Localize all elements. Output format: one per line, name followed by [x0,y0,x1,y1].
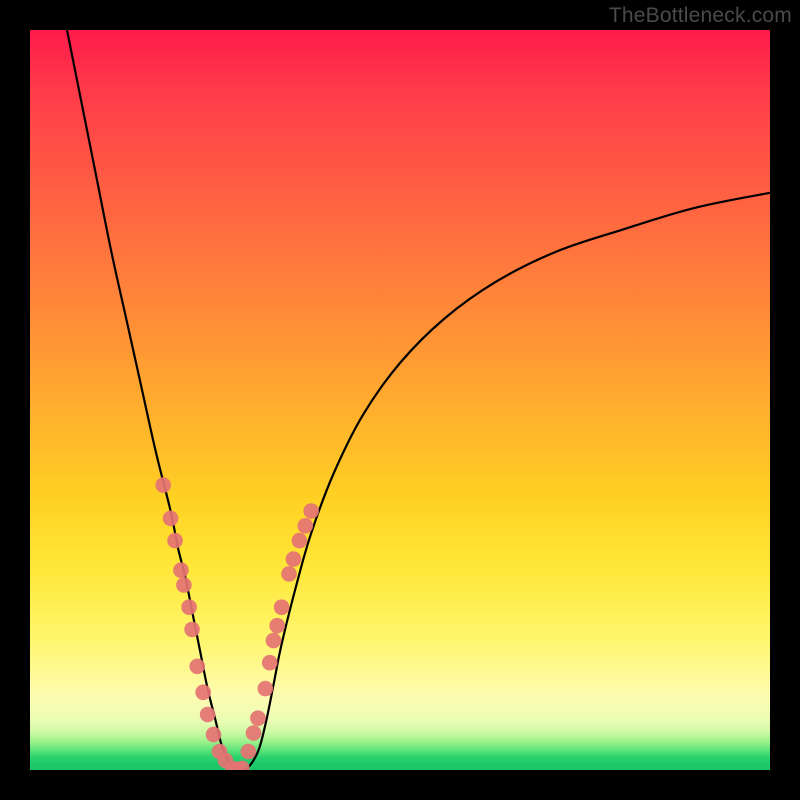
data-point [189,659,205,675]
data-point [212,744,228,760]
watermark-text: TheBottleneck.com [609,4,792,28]
chart-stage: TheBottleneck.com [0,0,800,800]
data-point [155,477,171,493]
data-point [286,551,302,567]
data-point [163,511,179,527]
data-point [297,518,313,534]
data-point [246,725,262,741]
data-point [269,618,285,634]
data-point [218,753,234,769]
data-point [258,681,274,697]
data-point [184,622,200,638]
data-point [167,533,183,549]
sample-dots-right [241,503,320,759]
data-point [262,655,278,671]
curve-svg [30,30,770,770]
data-point [235,761,249,770]
data-point [292,533,308,549]
data-point [281,566,297,582]
data-point [181,599,197,615]
sample-dots-bottom [225,761,250,770]
data-point [250,710,266,726]
bottleneck-curve [67,30,770,770]
data-point [225,761,239,770]
data-point [195,685,211,701]
data-point [241,744,257,760]
data-point [230,761,244,770]
plot-area [30,30,770,770]
data-point [274,599,290,615]
data-point [206,727,222,743]
data-point [266,633,282,649]
data-point [200,707,216,723]
sample-dots-left [155,477,233,768]
data-point [173,562,189,578]
data-point [176,577,192,593]
data-point [303,503,319,519]
